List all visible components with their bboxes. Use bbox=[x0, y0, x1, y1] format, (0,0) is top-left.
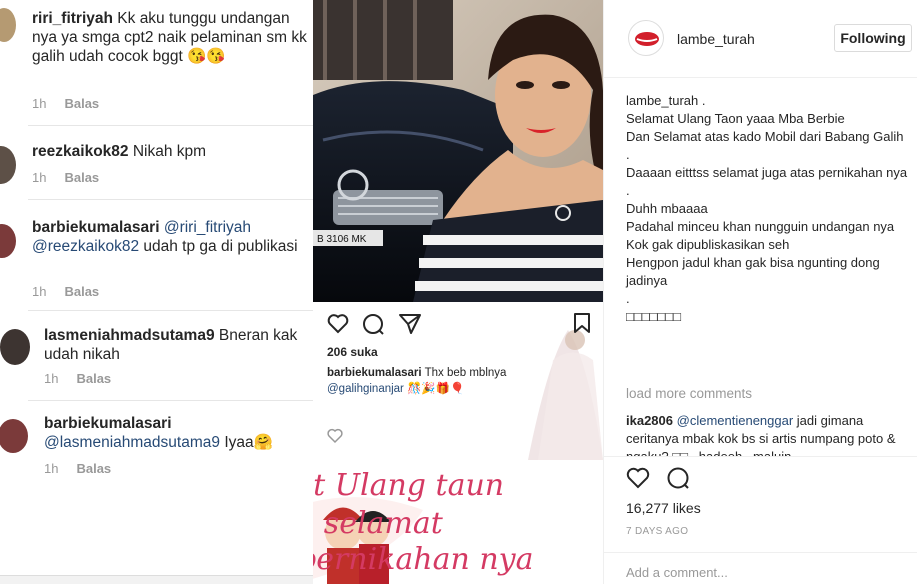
divider bbox=[28, 400, 313, 401]
like-count[interactable]: 16,277 likes bbox=[626, 500, 701, 516]
greeting-card: Selamat Ulang taun Dan selamat Atas pern… bbox=[313, 460, 603, 584]
divider bbox=[28, 199, 313, 200]
car-selfie-image: B 3106 MK bbox=[313, 0, 603, 302]
post-header: lambe_turah Following bbox=[604, 0, 917, 78]
comment-body: barbiekumalasari @riri_fitriyah @reezkai… bbox=[32, 218, 307, 256]
avatar[interactable] bbox=[628, 20, 664, 56]
comment-mention[interactable]: @lasmeniahmadsutama9 bbox=[44, 434, 220, 451]
lips-logo-icon bbox=[635, 32, 659, 46]
comment-username[interactable]: reezkaikok82 bbox=[32, 143, 129, 160]
comment-body: barbiekumalasari @lasmeniahmadsutama9 Iy… bbox=[44, 414, 309, 452]
bookmark-icon[interactable] bbox=[573, 312, 591, 334]
like-count[interactable]: 206 suka bbox=[327, 345, 378, 359]
caption-mention[interactable]: @galihginanjar bbox=[327, 383, 404, 395]
post-action-bar bbox=[626, 466, 696, 495]
comment-body: lasmeniahmadsutama9 Bneran kak udah nika… bbox=[44, 326, 309, 364]
middle-post: B 3106 MK t Ulang taun selamat pernikaha… bbox=[313, 0, 603, 584]
avatar[interactable] bbox=[0, 329, 30, 365]
comment-mention[interactable]: @clementienenggar bbox=[677, 413, 794, 428]
comment-text: udah tp ga di publikasi bbox=[143, 238, 298, 255]
avatar[interactable] bbox=[0, 419, 28, 453]
caption-emoji: 🎊🎉🎁🎈 bbox=[407, 383, 465, 395]
comment-username[interactable]: ika2806 bbox=[626, 413, 673, 428]
avatar[interactable] bbox=[0, 8, 16, 42]
load-more-comments-link[interactable]: load more comments bbox=[626, 386, 752, 401]
caption-username[interactable]: barbiekumalasari bbox=[327, 367, 422, 379]
post-username[interactable]: lambe_turah bbox=[677, 31, 755, 47]
divider bbox=[28, 310, 313, 311]
share-icon[interactable] bbox=[399, 314, 421, 334]
greeting-line-3: Atas pernikahan nya bbox=[313, 542, 534, 577]
comment-meta: 1h Balas bbox=[32, 284, 99, 299]
comment-time: 1h bbox=[44, 461, 59, 476]
reply-button[interactable]: Balas bbox=[76, 371, 111, 386]
instagram-post-panel: lambe_turah Following lambe_turah . Sela… bbox=[603, 0, 917, 584]
heart-icon[interactable] bbox=[626, 467, 650, 489]
comment-meta: 1h Balas bbox=[44, 371, 111, 386]
add-comment-input[interactable]: Add a comment... bbox=[626, 565, 728, 580]
comment-icon[interactable] bbox=[363, 314, 384, 335]
greeting-line-2: Dan selamat bbox=[313, 506, 443, 541]
action-icons bbox=[626, 467, 689, 489]
divider bbox=[604, 552, 917, 553]
post-action-bar bbox=[327, 312, 437, 341]
comment-username[interactable]: riri_fitriyah bbox=[32, 10, 113, 27]
comment-meta: 1h Balas bbox=[32, 170, 99, 185]
post-caption: barbiekumalasari Thx beb mblnya @galihgi… bbox=[327, 365, 506, 397]
screenshot-collage: riri_fitriyah Kk aku tunggu undangan nya… bbox=[0, 0, 917, 584]
greeting-line-1: Selamat Ulang taun bbox=[313, 468, 505, 503]
bottom-scroll-bar[interactable] bbox=[0, 575, 313, 584]
comment-text: Iyaa🤗 bbox=[224, 434, 273, 451]
comment-body: riri_fitriyah Kk aku tunggu undangan nya… bbox=[32, 9, 307, 66]
comment-time: 1h bbox=[32, 284, 47, 299]
action-icons bbox=[327, 314, 421, 335]
heart-icon[interactable] bbox=[327, 314, 349, 334]
comment-body: reezkaikok82 Nikah kpm bbox=[32, 142, 307, 161]
comment-icon[interactable] bbox=[667, 467, 689, 489]
comment-meta: 1h Balas bbox=[44, 461, 111, 476]
post-caption: lambe_turah . Selamat Ulang Taon yaaa Mb… bbox=[626, 93, 908, 324]
caption-text: Thx beb mblnya bbox=[424, 367, 507, 379]
comment-meta: 1h Balas bbox=[32, 96, 99, 111]
license-plate: B 3106 MK bbox=[317, 234, 367, 245]
reply-button[interactable]: Balas bbox=[64, 284, 99, 299]
comment-time: 1h bbox=[44, 371, 59, 386]
post-timestamp[interactable]: 7 DAYS AGO bbox=[626, 526, 688, 537]
post-photo[interactable]: B 3106 MK bbox=[313, 0, 603, 302]
reply-button[interactable]: Balas bbox=[64, 96, 99, 111]
comment-username[interactable]: barbiekumalasari bbox=[32, 219, 160, 236]
reply-button[interactable]: Balas bbox=[64, 170, 99, 185]
avatar[interactable] bbox=[0, 146, 16, 184]
comment-text: Nikah kpm bbox=[132, 143, 207, 160]
avatar[interactable] bbox=[0, 224, 16, 258]
comment-username[interactable]: lasmeniahmadsutama9 bbox=[44, 327, 215, 344]
comment-time: 1h bbox=[32, 96, 47, 111]
comment-time: 1h bbox=[32, 170, 47, 185]
reply-button[interactable]: Balas bbox=[76, 461, 111, 476]
divider bbox=[28, 125, 313, 126]
comment-panel: riri_fitriyah Kk aku tunggu undangan nya… bbox=[0, 0, 313, 584]
following-button[interactable]: Following bbox=[834, 24, 912, 52]
divider bbox=[604, 456, 917, 457]
comment-username[interactable]: barbiekumalasari bbox=[44, 415, 172, 432]
comment-item: ika2806 @clementienenggar jadi gimana ce… bbox=[626, 412, 911, 456]
comment-like-heart-icon[interactable] bbox=[327, 428, 343, 444]
